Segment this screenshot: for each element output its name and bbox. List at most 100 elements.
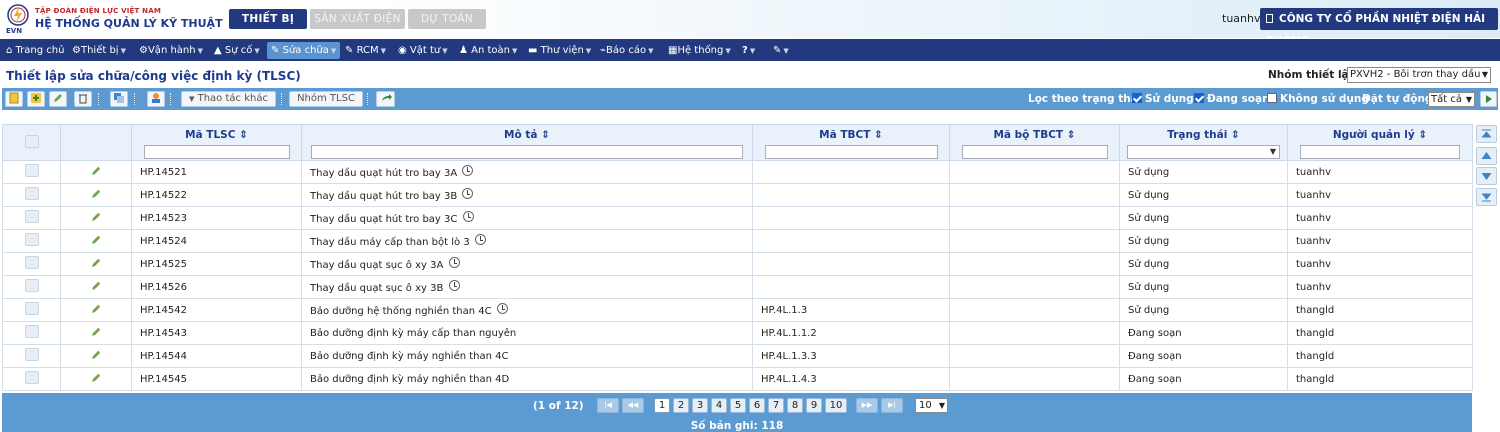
filter-mo-ta-input[interactable] [311,145,743,159]
menu-van-hanh[interactable]: ⚙Vận hành ▼ [139,42,203,59]
table-row[interactable]: HP.14524 Thay dầu máy cấp than bột lò 3 S… [2,229,1473,253]
clock-icon[interactable] [474,234,486,245]
pencil-icon[interactable] [91,303,102,314]
menu-sua-chua[interactable]: ✎ Sửa chữa ▼ [267,42,341,59]
filter-dang-soan[interactable]: Đang soạn [1194,93,1270,105]
table-row[interactable]: HP.14543 Bảo dưỡng định kỳ máy cấp than n… [2,321,1473,345]
filter-ma-tlsc-input[interactable] [143,145,290,159]
first-page-button[interactable]: |◀ [597,398,619,413]
menu-he-thong[interactable]: ▦Hệ thống ▼ [668,42,731,59]
clock-icon[interactable] [462,165,474,176]
edit-button[interactable] [49,91,67,107]
row-checkbox[interactable] [24,279,39,292]
pencil-icon[interactable] [91,188,102,199]
row-checkbox[interactable] [24,233,39,246]
company-button[interactable]: CÔNG TY CỔ PHẦN NHIỆT ĐIỆN HẢI PHÒNG [1260,8,1498,47]
clock-icon[interactable] [462,188,474,199]
table-row[interactable]: HP.14544 Bảo dưỡng định kỳ máy nghiền tha… [2,344,1473,368]
prev-page-button[interactable]: ◀◀ [622,398,644,413]
checkbox-icon[interactable] [1194,93,1204,103]
group-tlsc-button[interactable]: Nhóm TLSC [289,91,363,107]
pencil-icon[interactable] [91,349,102,360]
assign-button[interactable] [147,91,165,107]
refresh-button[interactable] [376,91,395,107]
pencil-icon[interactable] [91,165,102,176]
col-ma-tlsc[interactable]: Mã TLSC ⇕ [131,124,302,161]
clock-icon[interactable] [462,211,474,222]
table-row[interactable]: HP.14526 Thay dầu quạt sục ô xy 3B Sử dụn… [2,275,1473,299]
filter-ma-tbct-input[interactable] [764,145,938,159]
col-ma-tbct[interactable]: Mã TBCT ⇕ [752,124,950,161]
filter-su-dung[interactable]: Sử dụng [1132,93,1194,105]
row-checkbox[interactable] [24,187,39,200]
col-trang-thai[interactable]: Trạng thái ⇕ ▼ [1119,124,1288,161]
tab-san-xuat-dien[interactable]: SẢN XUẤT ĐIỆN [310,9,405,29]
table-row[interactable]: HP.14545 Bảo dưỡng định kỳ máy nghiền tha… [2,367,1473,391]
delete-button[interactable] [74,91,92,107]
pencil-icon[interactable] [91,211,102,222]
menu-su-co[interactable]: ▲ Sự cố ▼ [214,42,260,59]
row-checkbox[interactable] [24,256,39,269]
page-1-button[interactable]: 1 [654,398,670,413]
table-row[interactable]: HP.14522 Thay dầu quạt hút tro bay 3B Sử … [2,183,1473,207]
move-up-button[interactable] [1476,147,1497,165]
menu-thiet-bi[interactable]: ⚙Thiết bị ▼ [72,42,126,59]
pencil-icon[interactable] [91,326,102,337]
clock-icon[interactable] [448,257,460,268]
move-top-button[interactable] [1476,125,1497,143]
checkbox-icon[interactable] [1267,93,1277,103]
table-row[interactable]: HP.14521 Thay dầu quạt hút tro bay 3A Sử … [2,160,1473,184]
more-actions-button[interactable]: ▼ Thao tác khác [181,91,276,107]
new-button[interactable] [5,91,23,107]
next-page-button[interactable]: ▶▶ [856,398,878,413]
page-5-button[interactable]: 5 [730,398,746,413]
menu-tools[interactable]: ✎ ▼ [773,42,789,59]
filter-trang-thai-select[interactable]: ▼ [1127,145,1280,159]
run-button[interactable] [1480,91,1497,107]
move-down-button[interactable] [1476,167,1497,185]
table-row[interactable]: HP.14542 Bảo dưỡng hệ thống nghiền than 4… [2,298,1473,322]
auto-select[interactable]: Tất cả ▼ [1428,92,1475,107]
menu-vat-tu[interactable]: ◉ Vật tư ▼ [398,42,448,59]
page-7-button[interactable]: 7 [768,398,784,413]
filter-ma-bo-tbct-input[interactable] [961,145,1108,159]
username[interactable]: tuanhv [1222,12,1260,25]
tab-du-toan[interactable]: DỰ TOÁN [408,9,486,29]
select-all-checkbox[interactable] [24,135,39,148]
pencil-icon[interactable] [91,280,102,291]
pencil-icon[interactable] [91,234,102,245]
page-10-button[interactable]: 10 [825,398,847,413]
page-3-button[interactable]: 3 [692,398,708,413]
row-checkbox[interactable] [24,371,39,384]
menu-bao-cao[interactable]: ⌁Báo cáo ▼ [600,42,653,59]
checkbox-icon[interactable] [1132,93,1142,103]
table-row[interactable]: HP.14523 Thay dầu quạt hút tro bay 3C Sử … [2,206,1473,230]
col-mo-ta[interactable]: Mô tả ⇕ [301,124,753,161]
pencil-icon[interactable] [91,257,102,268]
tab-thiet-bi[interactable]: THIẾT BỊ [229,9,307,29]
row-checkbox[interactable] [24,348,39,361]
page-9-button[interactable]: 9 [806,398,822,413]
menu-trang-chu[interactable]: ⌂ Trang chủ [6,42,64,59]
clock-icon[interactable] [496,303,508,314]
table-row[interactable]: HP.14525 Thay dầu quạt sục ô xy 3A Sử dụn… [2,252,1473,276]
add-button[interactable] [27,91,45,107]
page-8-button[interactable]: 8 [787,398,803,413]
clock-icon[interactable] [448,280,460,291]
menu-help[interactable]: ? ▼ [742,42,755,59]
group-select[interactable]: PXVH2 - Bôi trơn thay dầu ▼ [1347,67,1491,83]
filter-khong-su-dung[interactable]: Không sử dụng [1267,93,1369,105]
row-checkbox[interactable] [24,164,39,177]
row-checkbox[interactable] [24,325,39,338]
copy-button[interactable] [110,91,128,107]
last-page-button[interactable]: ▶| [881,398,903,413]
menu-an-toan[interactable]: ♟ An toàn ▼ [459,42,517,59]
row-checkbox[interactable] [24,210,39,223]
menu-thu-vien[interactable]: ▬ Thư viện ▼ [528,42,591,59]
page-4-button[interactable]: 4 [711,398,727,413]
menu-rcm[interactable]: ✎ RCM ▼ [345,42,386,59]
pencil-icon[interactable] [91,372,102,383]
filter-nguoi-quan-ly-input[interactable] [1300,145,1460,159]
page-size-select[interactable]: 10 ▼ [915,398,948,413]
col-nguoi-quan-ly[interactable]: Người quản lý ⇕ [1287,124,1473,161]
